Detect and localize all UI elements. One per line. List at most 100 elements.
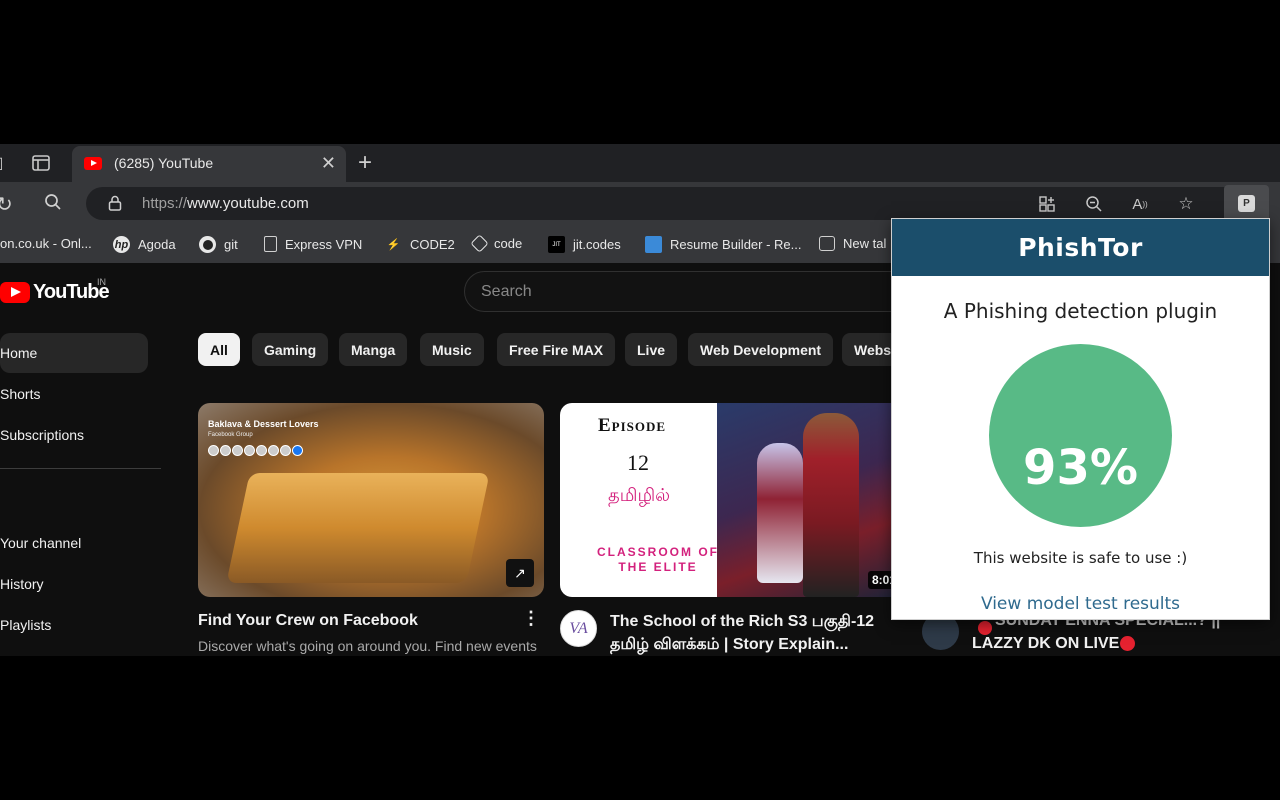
apps-icon[interactable] xyxy=(1036,193,1058,215)
page-icon xyxy=(264,236,277,252)
address-bar[interactable]: https://www.youtube.com A)) ☆ xyxy=(86,187,1266,220)
phishtor-extension-icon: P xyxy=(1238,195,1255,212)
video-thumbnail[interactable]: Baklava & Dessert Lovers Facebook Group … xyxy=(198,403,544,597)
url-protocol: https:// xyxy=(142,195,188,212)
tab-close-icon[interactable]: ✕ xyxy=(321,153,336,174)
video-title[interactable]: Find Your Crew on Facebook xyxy=(198,612,418,630)
sidebar-item-home[interactable]: Home xyxy=(0,333,148,373)
youtube-logo[interactable]: YouTube IN xyxy=(0,277,110,304)
bookmark-label: Agoda xyxy=(138,237,176,252)
workspaces-icon[interactable]: ▯ xyxy=(0,152,10,174)
lock-icon[interactable] xyxy=(108,195,122,216)
video-title-line2[interactable]: தமிழ் விளக்கம் | Story Explain... xyxy=(610,635,848,655)
bookmark-item[interactable]: code xyxy=(470,234,523,253)
popup-header: PhishTor xyxy=(892,219,1269,276)
chip-all[interactable]: All xyxy=(198,333,240,366)
bookmark-item[interactable]: hp Agoda xyxy=(113,236,176,253)
jit-icon: JIT xyxy=(548,236,565,253)
resume-icon xyxy=(645,236,662,253)
phishtor-popup: PhishTor A Phishing detection plugin 93%… xyxy=(891,218,1270,620)
video-thumbnail[interactable]: Episode 12 தமிழில் CLASSROOM OF THE ELITE… xyxy=(560,403,900,597)
safety-score-circle: 93% xyxy=(989,344,1172,527)
calendar-icon xyxy=(819,236,835,251)
search-placeholder: Search xyxy=(481,283,532,300)
read-aloud-icon[interactable]: A)) xyxy=(1129,193,1151,215)
bookmark-item[interactable]: ⚡ CODE2 xyxy=(385,236,455,253)
code2-icon: ⚡ xyxy=(386,239,401,251)
channel-avatar[interactable]: VA xyxy=(560,610,597,647)
bookmark-item[interactable]: JIT jit.codes xyxy=(548,236,621,253)
tab-actions-icon[interactable] xyxy=(30,152,52,174)
new-tab-button[interactable]: + xyxy=(358,149,372,177)
bookmark-item[interactable]: Express VPN xyxy=(264,236,362,252)
sidebar-item-history[interactable]: History xyxy=(0,564,148,604)
bookmark-label: New tal xyxy=(843,236,887,251)
bookmark-item[interactable]: on.co.uk - Onl... xyxy=(0,236,92,251)
baklava-image xyxy=(226,473,490,583)
bookmark-label: on.co.uk - Onl... xyxy=(0,236,92,251)
reload-icon[interactable]: ↻ xyxy=(0,192,13,217)
more-options-icon[interactable]: ⋮ xyxy=(522,608,540,629)
sidebar-item-playlists[interactable]: Playlists xyxy=(0,605,148,645)
chip-label: Websi xyxy=(854,341,895,358)
browser-window: ▯ (6285) YouTube ✕ + ↻ https://www.youtu… xyxy=(0,144,1280,656)
chip-music[interactable]: Music xyxy=(420,333,484,366)
safety-verdict: This website is safe to use :) xyxy=(973,549,1188,567)
tab-title: (6285) YouTube xyxy=(114,155,214,171)
sidebar-item-shorts[interactable]: Shorts xyxy=(0,374,148,414)
chip-gaming[interactable]: Gaming xyxy=(252,333,329,366)
anime-character xyxy=(757,443,803,583)
bookmark-label: Express VPN xyxy=(285,236,363,252)
sidebar-item-label: Home xyxy=(0,345,38,361)
zoom-out-icon[interactable] xyxy=(1083,193,1105,215)
live-dot-icon xyxy=(978,621,992,635)
favorite-star-icon[interactable]: ☆ xyxy=(1175,193,1197,215)
chip-label: Gaming xyxy=(264,341,317,358)
chip-label: Live xyxy=(637,341,666,358)
bookmark-label: CODE2 xyxy=(410,237,455,252)
hp-icon: hp xyxy=(113,236,130,253)
sidebar-item-label: History xyxy=(0,576,44,592)
bookmark-label: git xyxy=(224,237,238,252)
chip-live[interactable]: Live xyxy=(625,333,678,366)
anime-artwork: 8:01 xyxy=(717,403,900,597)
popup-subtitle: A Phishing detection plugin xyxy=(943,299,1218,323)
video-title[interactable]: The School of the Rich S3 பகுதி-12 xyxy=(610,612,874,632)
youtube-search-input[interactable]: Search xyxy=(464,271,924,312)
external-link-icon[interactable]: ↗ xyxy=(506,559,534,587)
url-text[interactable]: https://www.youtube.com xyxy=(142,195,309,212)
video-title-line2[interactable]: LAZZY DK ON LIVE xyxy=(972,635,1119,653)
view-test-results-link[interactable]: View model test results xyxy=(892,594,1269,614)
bookmark-item[interactable]: New tal xyxy=(819,236,886,251)
chip-web-development[interactable]: Web Development xyxy=(688,333,834,366)
safety-score: 93% xyxy=(1023,439,1138,496)
chip-label: All xyxy=(210,341,228,358)
sidebar-item-label: Subscriptions xyxy=(0,427,85,443)
live-dot-icon xyxy=(1120,636,1135,651)
bookmark-item[interactable]: Resume Builder - Re... xyxy=(645,236,802,253)
tab-youtube[interactable]: (6285) YouTube ✕ xyxy=(72,146,346,182)
youtube-play-icon xyxy=(0,282,30,303)
search-icon[interactable] xyxy=(44,193,62,216)
chip-label: Web Development xyxy=(700,341,822,358)
thumbnail-episode-number: 12 xyxy=(627,450,649,475)
chip-label: Manga xyxy=(351,341,396,358)
url-host: www.youtube.com xyxy=(187,195,309,212)
thumbnail-group-title: Baklava & Dessert Lovers xyxy=(208,419,319,429)
bookmark-label: code xyxy=(494,236,523,251)
thumbnail-episode-label: Episode xyxy=(598,415,667,436)
youtube-favicon-icon xyxy=(84,157,102,170)
chip-free-fire-max[interactable]: Free Fire MAX xyxy=(497,333,616,366)
code-icon xyxy=(470,234,489,253)
thumbnail-group-subtitle: Facebook Group xyxy=(208,432,253,438)
bookmark-label: jit.codes xyxy=(573,237,621,252)
bookmark-item[interactable]: git xyxy=(199,236,238,253)
sidebar-item-label: Your channel xyxy=(0,535,82,551)
github-icon xyxy=(199,236,216,253)
sidebar-item-your-channel[interactable]: Your channel xyxy=(0,523,148,563)
anime-character xyxy=(803,413,859,597)
tab-strip: ▯ (6285) YouTube ✕ + xyxy=(0,144,1280,182)
sidebar-item-subscriptions[interactable]: Subscriptions xyxy=(0,415,148,455)
popup-title: PhishTor xyxy=(1018,233,1143,262)
chip-manga[interactable]: Manga xyxy=(339,333,408,366)
